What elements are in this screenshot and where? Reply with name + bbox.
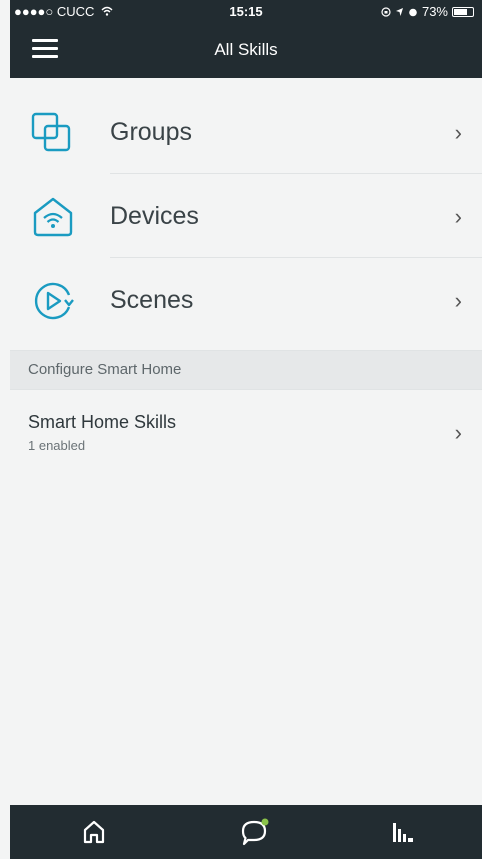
battery-icon: [452, 6, 474, 17]
chevron-right-icon: ›: [454, 288, 462, 313]
status-bar: ●●●●○ CUCC 15:15 73%: [10, 0, 482, 22]
home-icon[interactable]: [76, 815, 112, 849]
chevron-right-icon: ›: [454, 120, 462, 145]
section-header-label: Configure Smart Home: [28, 361, 182, 378]
chevron-right-icon: ›: [454, 204, 462, 229]
section-header: Configure Smart Home: [10, 350, 482, 390]
list-item-groups[interactable]: Groups ›: [10, 90, 482, 174]
list-item-devices[interactable]: Devices ›: [10, 174, 482, 258]
main-content: Groups › Devices › Scenes › Configure Sm…: [10, 78, 482, 805]
location-icon: [395, 7, 403, 16]
notification-dot: [261, 818, 269, 826]
list-item-label: Scenes: [110, 286, 194, 314]
chat-icon[interactable]: [236, 815, 272, 849]
app-header: All Skills: [10, 22, 482, 78]
list-item-label: Devices: [110, 202, 199, 230]
bottom-nav: [10, 805, 482, 859]
page-title: All Skills: [214, 40, 278, 59]
phone-screen: ●●●●○ CUCC 15:15 73% All Skills Groups ›…: [0, 0, 482, 859]
list-item-scenes[interactable]: Scenes ›: [10, 258, 482, 342]
smart-home-skills-row[interactable]: Smart Home Skills 1 enabled ›: [10, 390, 482, 466]
chevron-right-icon: ›: [454, 420, 462, 445]
rotation-lock-icon: [381, 6, 391, 17]
devices-icon: [33, 197, 73, 237]
activity-icon[interactable]: [384, 815, 420, 849]
groups-icon: [31, 112, 71, 152]
status-right-group: 73%: [381, 4, 474, 19]
list-item-label: Groups: [110, 118, 192, 146]
battery-percent: 73%: [421, 4, 448, 19]
skills-enabled-count: 1 enabled: [28, 438, 86, 453]
alarm-icon: [409, 8, 417, 16]
scenes-icon: [34, 282, 74, 320]
battery-fill: [454, 8, 467, 15]
skills-title: Smart Home Skills: [28, 412, 177, 432]
